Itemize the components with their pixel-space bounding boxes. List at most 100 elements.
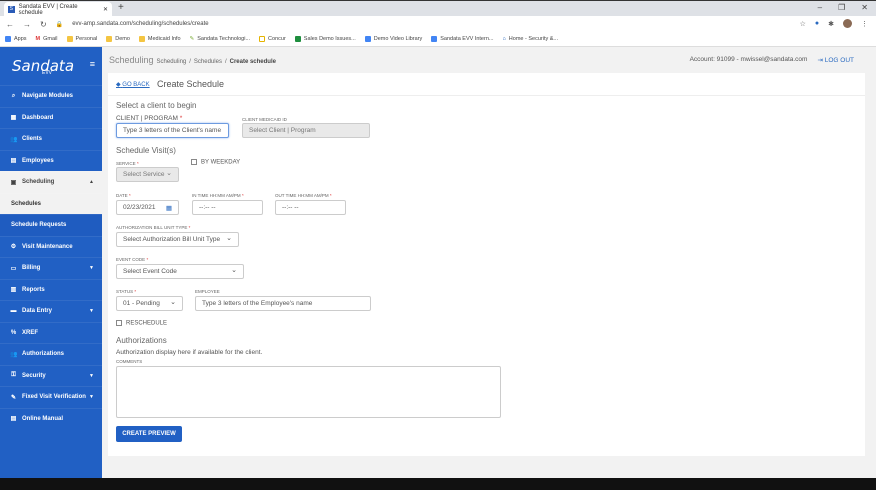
out-time-input[interactable]: --:-- -- bbox=[275, 200, 346, 215]
sidebar-item-label: Dashboard bbox=[22, 114, 54, 121]
sidebar-item-schedules[interactable]: Schedules bbox=[0, 192, 102, 214]
status-label-text: STATUS bbox=[116, 289, 134, 294]
puzzle-icon[interactable]: ✱ bbox=[828, 20, 834, 28]
bookmark[interactable]: Sales Demo Issues... bbox=[294, 36, 356, 42]
chevron-up-icon: ▲ bbox=[89, 179, 94, 186]
sidebar-item-authorizations[interactable]: 👥 Authorizations bbox=[0, 343, 102, 365]
in-time-input[interactable]: --:-- -- bbox=[192, 200, 263, 215]
money-icon: ▭ bbox=[10, 265, 17, 272]
reload-icon[interactable]: ↻ bbox=[40, 20, 47, 29]
page-title: Create Schedule bbox=[157, 79, 225, 89]
menu-icon[interactable]: ⋮ bbox=[861, 20, 868, 28]
breadcrumb-schedules[interactable]: Schedules bbox=[194, 59, 222, 65]
hamburger-icon[interactable]: ≡ bbox=[90, 59, 95, 69]
bookmark[interactable]: Personal bbox=[66, 36, 97, 42]
sidebar-item-data-entry[interactable]: ▬ Data Entry ▼ bbox=[0, 300, 102, 322]
employee-input[interactable]: Type 3 letters of the Employee's name bbox=[195, 296, 371, 311]
edit-icon: ✎ bbox=[10, 394, 17, 401]
logout-label: LOG OUT bbox=[824, 57, 854, 64]
go-back-link[interactable]: ◆ GO BACK bbox=[116, 81, 150, 88]
service-label-text: SERVICE bbox=[116, 161, 136, 166]
status-label: STATUS * bbox=[116, 289, 137, 294]
maximize-icon[interactable]: ❐ bbox=[838, 3, 845, 12]
bookmark[interactable]: Demo bbox=[106, 36, 130, 42]
sidebar-item-label: Authorizations bbox=[22, 351, 64, 358]
bookmarks-bar: Apps M Gmail Personal Demo Medicaid Info … bbox=[0, 32, 876, 47]
reschedule-label: RESCHEDULE bbox=[126, 320, 168, 327]
event-code-select[interactable]: Select Event Code bbox=[116, 264, 244, 279]
sidebar-item-label: Security bbox=[22, 372, 46, 379]
divider bbox=[108, 95, 865, 96]
in-time-label: IN TIME HH:MM AM/PM * bbox=[192, 193, 244, 198]
auth-bill-unit-value: Select Authorization Bill Unit Type bbox=[123, 236, 221, 243]
logout-button[interactable]: ⇥ LOG OUT bbox=[817, 56, 854, 64]
grid-icon: ▦ bbox=[10, 115, 17, 122]
new-tab-button[interactable]: + bbox=[118, 2, 124, 13]
bookmark[interactable]: Sandata EVV Intern... bbox=[431, 36, 493, 42]
bookmark[interactable]: M Gmail bbox=[36, 36, 58, 42]
checkbox-icon[interactable] bbox=[116, 320, 122, 326]
folder-icon bbox=[106, 36, 113, 42]
sidebar-item-xref[interactable]: % XREF bbox=[0, 321, 102, 344]
sidebar-item-schedule-requests[interactable]: Schedule Requests bbox=[0, 214, 102, 236]
concur-icon bbox=[259, 36, 266, 42]
sidebar-item-billing[interactable]: ▭ Billing ▼ bbox=[0, 257, 102, 279]
bookmark[interactable]: Demo Video Library bbox=[364, 36, 422, 42]
sidebar: Sandata EVV ≡ ⌕ Navigate Modules ▦ Dashboard… bbox=[0, 47, 102, 478]
service-value: Select Service bbox=[123, 171, 165, 178]
sheets-icon bbox=[294, 36, 301, 42]
auth-bill-unit-select[interactable]: Select Authorization Bill Unit Type bbox=[116, 232, 239, 247]
sidebar-item-reports[interactable]: ▥ Reports bbox=[0, 278, 102, 301]
sidebar-item-dashboard[interactable]: ▦ Dashboard bbox=[0, 106, 102, 129]
service-select[interactable]: Select Service bbox=[116, 167, 179, 182]
forward-icon[interactable]: → bbox=[23, 20, 31, 29]
sidebar-item-label: Fixed Visit Verification bbox=[22, 394, 86, 401]
sidebar-item-label: Reports bbox=[22, 286, 45, 293]
minimize-icon[interactable]: – bbox=[818, 3, 822, 12]
bookmark[interactable]: Apps bbox=[5, 36, 27, 42]
by-weekday-checkbox[interactable]: BY WEEKDAY bbox=[191, 159, 240, 166]
authorizations-note: Authorization display here if available … bbox=[116, 349, 263, 356]
sidebar-item-fixed-visit-verification[interactable]: ✎ Fixed Visit Verification ▼ bbox=[0, 386, 102, 408]
client-label: CLIENT | PROGRAM * bbox=[116, 115, 183, 122]
sidebar-item-label: Schedules bbox=[11, 200, 42, 207]
close-window-icon[interactable]: ✕ bbox=[861, 3, 868, 12]
avatar[interactable] bbox=[843, 19, 852, 28]
calendar-icon[interactable]: ▦ bbox=[166, 204, 172, 212]
create-preview-button[interactable]: CREATE PREVIEW bbox=[116, 426, 182, 442]
status-select[interactable]: 01 - Pending bbox=[116, 296, 183, 311]
date-input[interactable]: 02/23/2021 ▦ bbox=[116, 200, 179, 215]
breadcrumb-current: Create schedule bbox=[229, 59, 276, 65]
sidebar-item-visit-maintenance[interactable]: ⚙ Visit Maintenance bbox=[0, 235, 102, 258]
employee-label: EMPLOYEE bbox=[195, 289, 220, 294]
back-icon[interactable]: ← bbox=[6, 20, 14, 29]
bookmark[interactable]: ✎ Sandata Technologi... bbox=[190, 36, 250, 42]
extension-icon[interactable]: ● bbox=[815, 20, 819, 27]
sidebar-item-label: Scheduling bbox=[22, 179, 55, 186]
close-tab-icon[interactable]: ✕ bbox=[103, 6, 108, 13]
bookmark[interactable]: Concur bbox=[259, 36, 286, 42]
browser-tab[interactable]: S Sandata EVV | Create schedule ✕ bbox=[4, 2, 112, 17]
reschedule-checkbox[interactable]: RESCHEDULE bbox=[116, 320, 167, 327]
sidebar-item-online-manual[interactable]: ▤ Online Manual bbox=[0, 407, 102, 430]
sidebar-item-navigate-modules[interactable]: ⌕ Navigate Modules bbox=[0, 85, 102, 107]
client-program-input[interactable]: Type 3 letters of the Client's name bbox=[116, 123, 229, 138]
sidebar-item-scheduling[interactable]: ▣ Scheduling ▲ bbox=[0, 171, 102, 193]
sidebar-item-employees[interactable]: ▤ Employees bbox=[0, 149, 102, 172]
comments-label: COMMENTS bbox=[116, 359, 143, 364]
checkbox-icon[interactable] bbox=[191, 159, 197, 165]
star-icon[interactable]: ☆ bbox=[800, 20, 806, 28]
url-input[interactable]: evv-amp.sandata.com/scheduling/schedules… bbox=[72, 21, 208, 27]
breadcrumb-scheduling[interactable]: Scheduling bbox=[157, 59, 187, 65]
bookmark[interactable]: Medicaid Info bbox=[138, 36, 181, 42]
comments-textarea[interactable] bbox=[116, 366, 501, 418]
sidebar-item-label: Clients bbox=[22, 136, 43, 143]
auth-bill-unit-label-text: AUTHORIZATION BILL UNIT TYPE bbox=[116, 225, 188, 230]
sidebar-item-clients[interactable]: 👥 Clients bbox=[0, 128, 102, 150]
bookmark-label: Sandata Technologi... bbox=[197, 36, 251, 42]
bookmark[interactable]: ⌂ Home - Security &... bbox=[502, 36, 558, 42]
sidebar-item-label: Billing bbox=[22, 265, 41, 272]
out-time-label: OUT TIME HH:MM AM/PM * bbox=[275, 193, 332, 198]
sidebar-item-security[interactable]: ⚿ Security ▼ bbox=[0, 364, 102, 387]
by-weekday-label: BY WEEKDAY bbox=[201, 159, 241, 166]
